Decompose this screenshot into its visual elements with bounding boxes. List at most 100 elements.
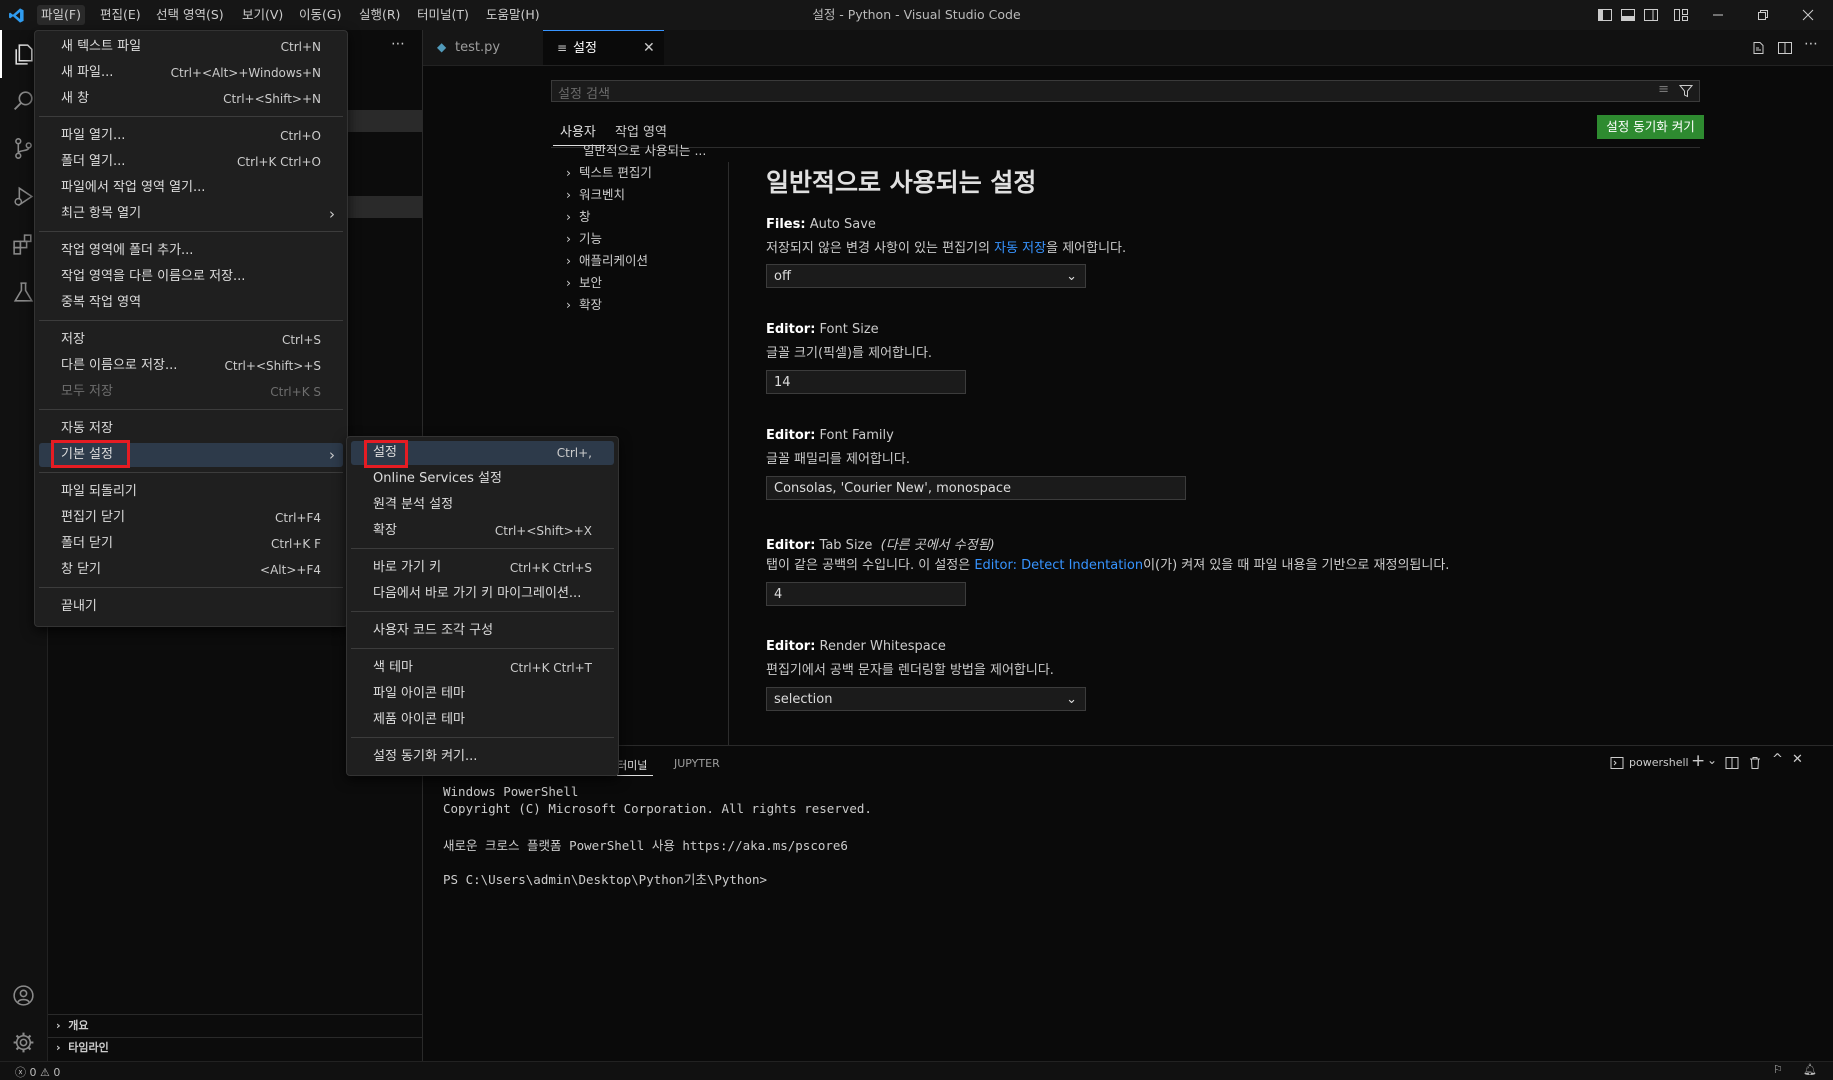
menu-item-file-icon-theme[interactable]: 파일 아이콘 테마 [351,682,614,706]
panel-tab-jupyter[interactable]: JUPYTER [674,757,720,770]
split-terminal-icon[interactable] [1725,756,1739,770]
scope-tab-workspace[interactable]: 작업 영역 [615,121,667,140]
clear-filter-icon[interactable]: ≡ [1658,82,1669,97]
menu-item-duplicate-workspace[interactable]: 중복 작업 영역 [39,291,343,315]
toc-security[interactable]: › 보안 [566,272,602,294]
source-control-icon[interactable] [11,136,36,161]
sync-settings-button[interactable]: 설정 동기화 켜기 [1597,115,1704,139]
extensions-icon[interactable] [11,232,36,257]
menu-item-new-text-file[interactable]: 새 텍스트 파일 Ctrl+N [39,35,343,59]
restore-icon[interactable] [1755,7,1771,23]
menu-item-telemetry[interactable]: 원격 분석 설정 [351,493,614,517]
menu-item-auto-save[interactable]: 자동 저장 [39,417,343,441]
menu-edit[interactable]: 편집(E) [96,5,145,25]
menu-item-user-snippets[interactable]: 사용자 코드 조각 구성 [351,619,614,643]
menu-item-color-theme[interactable]: 색 테마 Ctrl+K Ctrl+T [351,656,614,680]
tab-settings[interactable]: ≡ 설정 ✕ [543,30,664,65]
menu-item-save-workspace-as[interactable]: 작업 영역을 다른 이름으로 저장... [39,265,343,289]
menu-item-migrate-keybindings[interactable]: 다음에서 바로 가기 키 마이그레이션... [351,582,614,606]
toggle-panel-icon[interactable] [1620,7,1636,23]
menu-item-open-folder[interactable]: 폴더 열기... Ctrl+K Ctrl+O [39,150,343,174]
close-window-icon[interactable] [1800,7,1816,23]
auto-save-link[interactable]: 자동 저장 [994,241,1046,256]
menu-item-save[interactable]: 저장 Ctrl+S [39,328,343,352]
menu-view[interactable]: 보기(V) [238,5,287,25]
toc-commonly-used[interactable]: 일반적으로 사용되는 ... [583,140,723,162]
maximize-panel-icon[interactable]: ^ [1772,752,1783,767]
explorer-icon[interactable] [11,42,36,67]
menu-item-close-editor[interactable]: 편집기 닫기 Ctrl+F4 [39,506,343,530]
menu-item-open-recent[interactable]: 최근 항목 열기 › [39,202,343,226]
more-actions-icon[interactable]: ⋯ [391,36,405,52]
terminal-shell-name[interactable]: powershell [1629,756,1689,769]
menu-item-product-icon-theme[interactable]: 제품 아이콘 테마 [351,708,614,732]
menu-item-close-folder[interactable]: 폴더 닫기 Ctrl+K F [39,532,343,556]
problems-status[interactable]: ⓧ 0 ⚠ 0 [15,1064,60,1080]
menu-item-new-window[interactable]: 새 창 Ctrl+<Shift>+N [39,87,343,111]
outline-section[interactable]: › 개요 [56,1016,88,1036]
filter-icon[interactable] [1679,84,1693,98]
chevron-down-icon[interactable]: ⌄ [1707,753,1717,767]
auto-save-select[interactable]: off ⌄ [766,264,1086,288]
menu-item-extensions[interactable]: 확장 Ctrl+<Shift>+X [351,519,614,543]
open-settings-json-icon[interactable] [1750,40,1766,56]
menu-separator [39,587,343,588]
toc-application[interactable]: › 애플리케이션 [566,250,648,272]
font-family-input[interactable]: Consolas, 'Courier New', monospace [766,476,1186,500]
toc-workbench[interactable]: › 워크벤치 [566,184,625,206]
menu-item-label: 폴더 닫기 [61,536,113,551]
menu-item-new-file[interactable]: 새 파일... Ctrl+<Alt>+Windows+N [39,61,343,85]
setting-description: 글꼴 패밀리를 제어합니다. [766,452,910,467]
menu-item-save-as[interactable]: 다른 이름으로 저장... Ctrl+<Shift>+S [39,354,343,378]
menu-item-add-folder[interactable]: 작업 영역에 폴더 추가... [39,239,343,263]
toc-window[interactable]: › 창 [566,206,590,228]
tab-size-input[interactable]: 4 [766,582,966,606]
toggle-primary-sidebar-icon[interactable] [1597,7,1613,23]
render-whitespace-select[interactable]: selection ⌄ [766,687,1086,711]
menu-item-revert-file[interactable]: 파일 되돌리기 [39,480,343,504]
customize-layout-icon[interactable] [1673,7,1689,23]
accounts-icon[interactable] [11,983,36,1008]
settings-editor: 설정 검색 ≡ 사용자 작업 영역 설정 동기화 켜기 일반적으로 사용되는 .… [423,66,1833,745]
toc-extensions[interactable]: › 확장 [566,294,602,316]
scope-tab-user[interactable]: 사용자 [560,121,596,140]
split-editor-icon[interactable] [1777,40,1793,56]
panel-tab-terminal[interactable]: 터미널 [617,757,647,773]
modified-elsewhere-label[interactable]: (다른 곳에서 수정됨) [881,538,995,553]
close-tab-icon[interactable]: ✕ [643,31,655,66]
run-debug-icon[interactable] [11,184,36,209]
toc-text-editor[interactable]: › 텍스트 편집기 [566,162,652,184]
terminal-prompt[interactable]: PS C:\Users\admin\Desktop\Python기초\Pytho… [443,869,767,888]
search-icon[interactable] [11,88,36,113]
menu-selection[interactable]: 선택 영역(S) [152,5,228,25]
menu-item-open-workspace[interactable]: 파일에서 작업 영역 열기... [39,176,343,200]
menu-item-exit[interactable]: 끝내기 [39,595,343,619]
timeline-section[interactable]: › 타임라인 [56,1038,109,1058]
manage-gear-icon[interactable] [11,1030,36,1055]
font-size-input[interactable]: 14 [766,370,966,394]
new-terminal-icon[interactable]: + [1691,751,1705,771]
toggle-secondary-sidebar-icon[interactable] [1643,7,1659,23]
menu-item-label: 제품 아이콘 테마 [373,712,465,727]
minimize-icon[interactable] [1710,7,1726,23]
settings-search-input[interactable]: 설정 검색 ≡ [551,80,1700,102]
testing-icon[interactable] [11,280,36,305]
menu-item-close-window[interactable]: 창 닫기 <Alt>+F4 [39,558,343,582]
menu-help[interactable]: 도움말(H) [482,5,544,25]
menu-go[interactable]: 이동(G) [295,5,345,25]
menu-terminal[interactable]: 터미널(T) [413,5,473,25]
close-panel-icon[interactable]: ✕ [1792,752,1803,767]
menu-item-keyboard-shortcuts[interactable]: 바로 가기 키 Ctrl+K Ctrl+S [351,556,614,580]
menu-run[interactable]: 실행(R) [355,5,404,25]
menu-item-online-services[interactable]: Online Services 설정 [351,467,614,491]
toc-features[interactable]: › 기능 [566,228,602,250]
notifications-bell-icon[interactable]: 🔔︎ [1803,1063,1817,1076]
menu-item-settings-sync[interactable]: 설정 동기화 켜기... [351,745,614,769]
menu-file[interactable]: 파일(F) [37,5,85,25]
feedback-icon[interactable]: ⚐ [1773,1063,1783,1076]
detect-indentation-link[interactable]: Editor: Detect Indentation [974,558,1143,573]
menu-item-open-file[interactable]: 파일 열기... Ctrl+O [39,124,343,148]
kill-terminal-trash-icon[interactable] [1748,756,1762,770]
more-actions-icon[interactable]: ⋯ [1804,36,1818,52]
tab-test-py[interactable]: ◆ test.py [423,30,544,65]
